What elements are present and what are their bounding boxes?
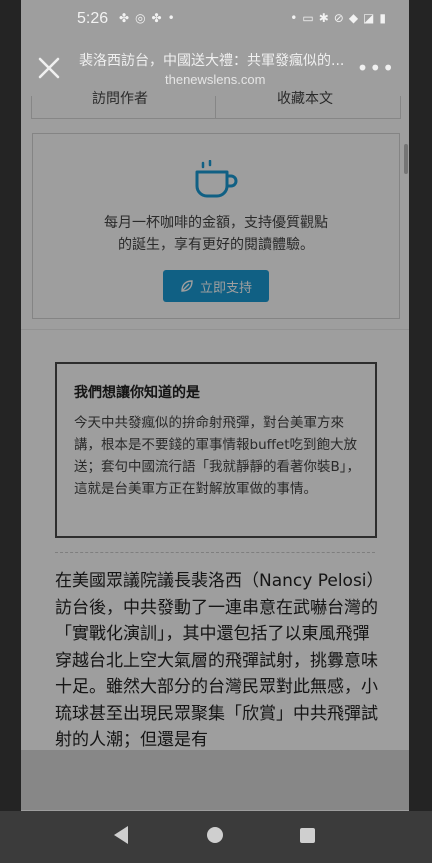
key-takeaway-box: 我們想讓你知道的是 今天中共發瘋似的拚命射飛彈，對台美軍方來講，根本是不要錢的軍…	[55, 362, 377, 538]
support-now-button[interactable]: 立即支持	[163, 270, 269, 302]
custom-tab-toolbar: 裴洛西訪台，中國送大禮：共軍發瘋似的... thenewslens.com ••…	[21, 40, 409, 96]
mute-icon: ⊘	[333, 11, 349, 25]
no-sim-icon: ◪	[363, 11, 380, 25]
sync-icon: ◎	[135, 11, 152, 25]
wifi-icon: ◆	[348, 11, 364, 25]
more-options-icon[interactable]: •••	[357, 56, 395, 80]
leaf-icon	[181, 280, 193, 292]
key-takeaway-heading: 我們想讓你知道的是	[74, 385, 200, 401]
support-line-1: 每月一杯咖啡的金額，支持優質觀點	[104, 215, 328, 231]
support-description: 每月一杯咖啡的金額，支持優質觀點 的誕生，享有更好的閱讀體驗。	[33, 212, 399, 256]
page-url: thenewslens.com	[165, 72, 266, 87]
status-time: 5:26	[77, 10, 109, 27]
status-left-icons: ✤◎✤•	[119, 11, 181, 25]
dot-icon: •	[290, 11, 303, 25]
android-icon: ✤	[119, 11, 136, 25]
back-icon[interactable]	[114, 826, 128, 844]
support-button-label: 立即支持	[199, 280, 252, 296]
support-card: 每月一杯咖啡的金額，支持優質觀點 的誕生，享有更好的閱讀體驗。 立即支持	[32, 133, 400, 319]
bluetooth-icon: ✱	[318, 11, 334, 25]
status-bar: 5:26 ✤◎✤• •▭✱⊘◆◪▮	[21, 0, 409, 40]
page-title: 裴洛西訪台，中國送大禮：共軍發瘋似的...	[79, 53, 345, 69]
dashed-divider	[55, 552, 375, 553]
coffee-cup-icon	[195, 160, 238, 198]
article-action-tabs: 訪問作者 收藏本文	[31, 91, 401, 119]
close-icon[interactable]	[35, 54, 63, 82]
tab-divider	[215, 96, 216, 118]
dot-icon: •	[167, 11, 181, 25]
android-icon: ✤	[151, 11, 168, 25]
scrollbar-thumb[interactable]	[404, 144, 408, 174]
battery-saver-icon: ▭	[302, 11, 319, 25]
article-paragraph: 在美國眾議院議長裴洛西（Nancy Pelosi）訪台後，中共發動了一連串意在武…	[55, 571, 378, 750]
support-line-2: 的誕生，享有更好的閱讀體驗。	[118, 237, 314, 253]
web-page: 訪問作者 收藏本文 每月一杯咖啡的金額，支持優質觀點 的誕生，享有更好的閱讀體驗…	[21, 0, 409, 863]
section-divider	[21, 329, 409, 330]
bottom-toolbar	[21, 750, 409, 810]
status-right-icons: •▭✱⊘◆◪▮	[290, 11, 391, 25]
home-icon[interactable]	[207, 827, 223, 843]
recent-apps-icon[interactable]	[300, 828, 315, 843]
battery-icon: ▮	[379, 11, 391, 25]
key-takeaway-text: 今天中共發瘋似的拚命射飛彈，對台美軍方來講，根本是不要錢的軍事情報buffet吃…	[74, 415, 361, 497]
